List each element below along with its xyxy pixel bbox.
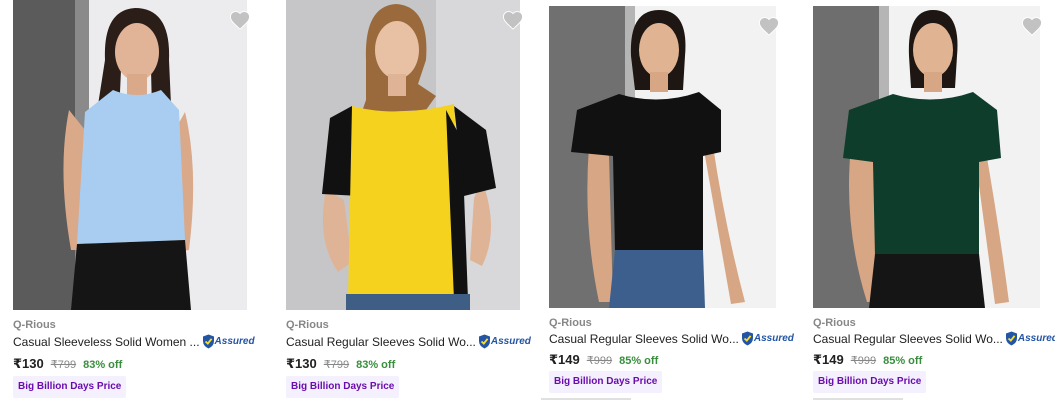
assured-label: Assured: [1017, 333, 1055, 344]
product-discount: 85% off: [883, 355, 923, 367]
product-brand: Q-Rious: [549, 317, 592, 329]
product-price: ₹149: [813, 352, 844, 367]
product-price: ₹130: [286, 356, 317, 371]
product-mrp: ₹799: [323, 359, 350, 371]
product-title[interactable]: Casual Sleeveless Solid Women ...: [13, 335, 200, 349]
product-image[interactable]: [13, 0, 247, 310]
product-mrp: ₹999: [850, 355, 877, 367]
assured-label: Assured: [214, 336, 255, 347]
assured-badge: Assured: [202, 334, 255, 349]
product-mrp: ₹799: [50, 359, 77, 371]
product-discount: 85% off: [619, 355, 659, 367]
product-card[interactable]: Q-Rious Casual Regular Sleeves Solid Wo.…: [813, 0, 1055, 400]
product-image[interactable]: [286, 0, 520, 310]
product-price: ₹130: [13, 356, 44, 371]
wishlist-heart-icon[interactable]: [229, 10, 251, 30]
assured-shield-icon: [741, 331, 753, 346]
product-title[interactable]: Casual Regular Sleeves Solid Wo...: [286, 335, 476, 349]
product-brand: Q-Rious: [286, 319, 329, 331]
product-brand: Q-Rious: [813, 317, 856, 329]
wishlist-heart-icon[interactable]: [1021, 16, 1043, 36]
assured-shield-icon: [478, 334, 490, 349]
product-discount: 83% off: [356, 359, 396, 371]
product-card[interactable]: Q-Rious Casual Regular Sleeves Solid Wo.…: [286, 0, 531, 400]
product-mrp: ₹999: [586, 355, 613, 367]
assured-label: Assured: [753, 333, 794, 344]
offer-tag: Big Billion Days Price: [286, 376, 400, 398]
product-card[interactable]: Q-Rious Casual Sleeveless Solid Women ..…: [13, 0, 258, 400]
product-card[interactable]: Q-Rious Casual Regular Sleeves Solid Wo.…: [549, 0, 794, 400]
assured-shield-icon: [1005, 331, 1017, 346]
wishlist-heart-icon[interactable]: [502, 10, 524, 30]
product-title[interactable]: Casual Regular Sleeves Solid Wo...: [549, 332, 739, 346]
assured-badge: Assured: [478, 334, 531, 349]
assured-label: Assured: [490, 336, 531, 347]
offer-tag: Big Billion Days Price: [813, 371, 927, 393]
product-image[interactable]: [813, 6, 1040, 308]
product-discount: 83% off: [83, 359, 123, 371]
offer-tag: Big Billion Days Price: [13, 376, 127, 398]
product-brand: Q-Rious: [13, 319, 56, 331]
product-title[interactable]: Casual Regular Sleeves Solid Wo...: [813, 332, 1003, 346]
product-image[interactable]: [549, 6, 776, 308]
product-price: ₹149: [549, 352, 580, 367]
assured-badge: Assured: [741, 331, 794, 346]
wishlist-heart-icon[interactable]: [758, 16, 780, 36]
assured-shield-icon: [202, 334, 214, 349]
assured-badge: Assured: [1005, 331, 1055, 346]
offer-tag: Big Billion Days Price: [549, 371, 663, 393]
